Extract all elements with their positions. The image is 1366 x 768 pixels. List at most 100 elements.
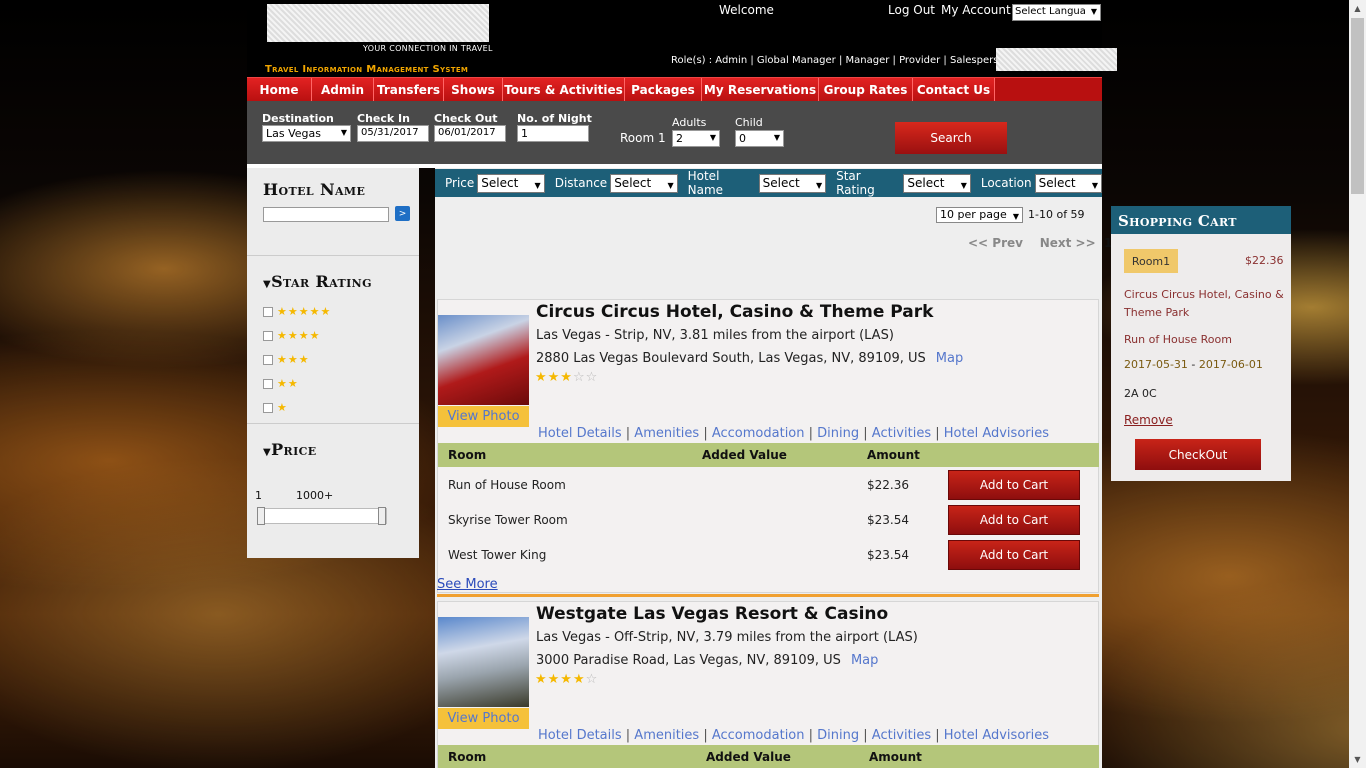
add-to-cart-button[interactable]: Add to Cart [948, 505, 1080, 535]
filter-price-select[interactable]: Select [477, 173, 545, 194]
scroll-down-icon[interactable]: ▼ [1349, 751, 1366, 768]
star-filter-2[interactable]: ★★ [263, 377, 299, 390]
dining-link[interactable]: Dining [817, 728, 859, 743]
checkbox[interactable] [263, 402, 273, 413]
col-amount: Amount [867, 448, 920, 462]
destination-select[interactable]: Las Vegas [262, 125, 351, 142]
map-link[interactable]: Map [851, 653, 878, 668]
hotel-name[interactable]: Circus Circus Hotel, Casino & Theme Park [536, 302, 933, 322]
filter-location-select[interactable]: Select [1034, 173, 1103, 194]
checkbox[interactable] [263, 330, 273, 341]
page-scrollbar[interactable]: ▲ ▼ [1349, 0, 1366, 768]
col-room: Room [448, 750, 487, 764]
cart-room-badge: Room1 [1124, 249, 1178, 273]
caret-down-icon: ▼ [263, 447, 272, 458]
room-name: Skyrise Tower Room [448, 513, 568, 527]
main-panel: YOUR CONNECTION IN TRAVEL Travel Informa… [247, 0, 1117, 768]
activities-link[interactable]: Activities [872, 728, 931, 743]
my-account-link[interactable]: My Account [941, 3, 1011, 17]
star-filter-1[interactable]: ★ [263, 401, 288, 414]
slider-handle-max[interactable] [378, 507, 386, 525]
slider-handle-min[interactable] [257, 507, 265, 525]
star-rating-title[interactable]: ▼Star Rating [263, 272, 372, 291]
nav-transfers[interactable]: Transfers [374, 78, 444, 101]
hotel-location: Las Vegas - Strip, NV, 3.81 miles from t… [536, 328, 894, 343]
accomodation-link[interactable]: Accomodation [712, 426, 805, 441]
star-filter-3[interactable]: ★★★ [263, 353, 310, 366]
scroll-thumb[interactable] [1351, 18, 1364, 194]
activities-link[interactable]: Activities [872, 426, 931, 441]
price-slider[interactable] [257, 507, 387, 525]
checkbox[interactable] [263, 378, 273, 389]
add-to-cart-button[interactable]: Add to Cart [948, 540, 1080, 570]
hotel-details-link[interactable]: Hotel Details [538, 426, 622, 441]
nav-group-rates[interactable]: Group Rates [819, 78, 913, 101]
price-title[interactable]: ▼Price [263, 440, 317, 459]
hotel-links: Hotel Details | Amenities | Accomodation… [538, 728, 1049, 743]
nav-contact-us[interactable]: Contact Us [913, 78, 995, 101]
checkbox[interactable] [263, 306, 273, 317]
star-empty-icon: ☆☆ [572, 370, 599, 385]
hotel-details-link[interactable]: Hotel Details [538, 728, 622, 743]
view-photo-button[interactable]: View Photo [438, 406, 529, 427]
checkout-button[interactable]: CheckOut [1135, 439, 1261, 470]
nav-packages[interactable]: Packages [625, 78, 702, 101]
hotel-photo[interactable] [438, 617, 529, 707]
nav-tours-activities[interactable]: Tours & Activities [503, 78, 625, 101]
accomodation-link[interactable]: Accomodation [712, 728, 805, 743]
filter-hotel-name-select[interactable]: Select [758, 173, 827, 194]
checkin-input[interactable]: 05/31/2017 [357, 125, 429, 142]
star-filter-4[interactable]: ★★★★ [263, 329, 320, 342]
hotel-advisories-link[interactable]: Hotel Advisories [944, 426, 1049, 441]
nav-my-reservations[interactable]: My Reservations [702, 78, 819, 101]
hotel-photo[interactable] [438, 315, 529, 405]
sidebar-divider [247, 423, 419, 424]
next-link[interactable]: Next >> [1040, 236, 1096, 250]
view-photo-button[interactable]: View Photo [438, 708, 529, 729]
nights-input[interactable]: 1 [517, 125, 589, 142]
hotel-name[interactable]: Westgate Las Vegas Resort & Casino [536, 604, 888, 624]
add-to-cart-button[interactable]: Add to Cart [948, 470, 1080, 500]
checkout-input[interactable]: 06/01/2017 [434, 125, 506, 142]
prev-link[interactable]: << Prev [968, 236, 1023, 250]
room-amount: $23.54 [867, 548, 909, 562]
hotel-name-input[interactable] [263, 207, 389, 222]
logo[interactable] [267, 4, 489, 42]
filter-location-label: Location [980, 176, 1032, 190]
scroll-up-icon[interactable]: ▲ [1349, 0, 1366, 17]
nav-admin[interactable]: Admin [312, 78, 374, 101]
hotel-card: View Photo Westgate Las Vegas Resort & C… [437, 601, 1099, 768]
cart-remove-link[interactable]: Remove [1124, 413, 1173, 427]
destination-label: Destination [262, 112, 334, 125]
filter-sidebar: Hotel Name > ▼Star Rating ★★★★★ ★★★★ ★★★… [247, 168, 419, 558]
child-select[interactable]: 0 [735, 130, 784, 147]
logout-link[interactable]: Log Out [888, 3, 935, 17]
checkin-label: Check In [357, 112, 410, 125]
cart-room-type: Run of House Room [1124, 333, 1232, 346]
star-icon: ★★★ [535, 370, 573, 385]
adults-label: Adults [672, 116, 707, 129]
filter-value: Select [614, 175, 652, 190]
adults-select[interactable]: 2 [672, 130, 720, 147]
amenities-link[interactable]: Amenities [634, 728, 699, 743]
amenities-link[interactable]: Amenities [634, 426, 699, 441]
map-link[interactable]: Map [936, 351, 963, 366]
hotel-advisories-link[interactable]: Hotel Advisories [944, 728, 1049, 743]
filter-star-rating-select[interactable]: Select [903, 173, 971, 194]
nav-home[interactable]: Home [247, 78, 312, 101]
star-filter-5[interactable]: ★★★★★ [263, 305, 331, 318]
hotel-card: View Photo Circus Circus Hotel, Casino &… [437, 299, 1099, 593]
cart-dates: 2017-05-31 - 2017-06-01 [1124, 358, 1263, 371]
cart-date-to: 2017-06-01 [1198, 358, 1263, 371]
dining-link[interactable]: Dining [817, 426, 859, 441]
language-select[interactable]: Select Langua [1012, 4, 1101, 21]
checkbox[interactable] [263, 354, 273, 365]
see-more-link[interactable]: See More [437, 577, 498, 592]
price-max: 1000+ [296, 489, 334, 502]
nav-shows[interactable]: Shows [444, 78, 503, 101]
search-button[interactable]: Search [895, 122, 1007, 154]
per-page-select[interactable]: 10 per page [936, 207, 1023, 224]
filter-distance-select[interactable]: Select [610, 173, 678, 194]
hotel-address: 2880 Las Vegas Boulevard South, Las Vega… [536, 351, 926, 366]
hotel-name-go-button[interactable]: > [395, 206, 410, 221]
